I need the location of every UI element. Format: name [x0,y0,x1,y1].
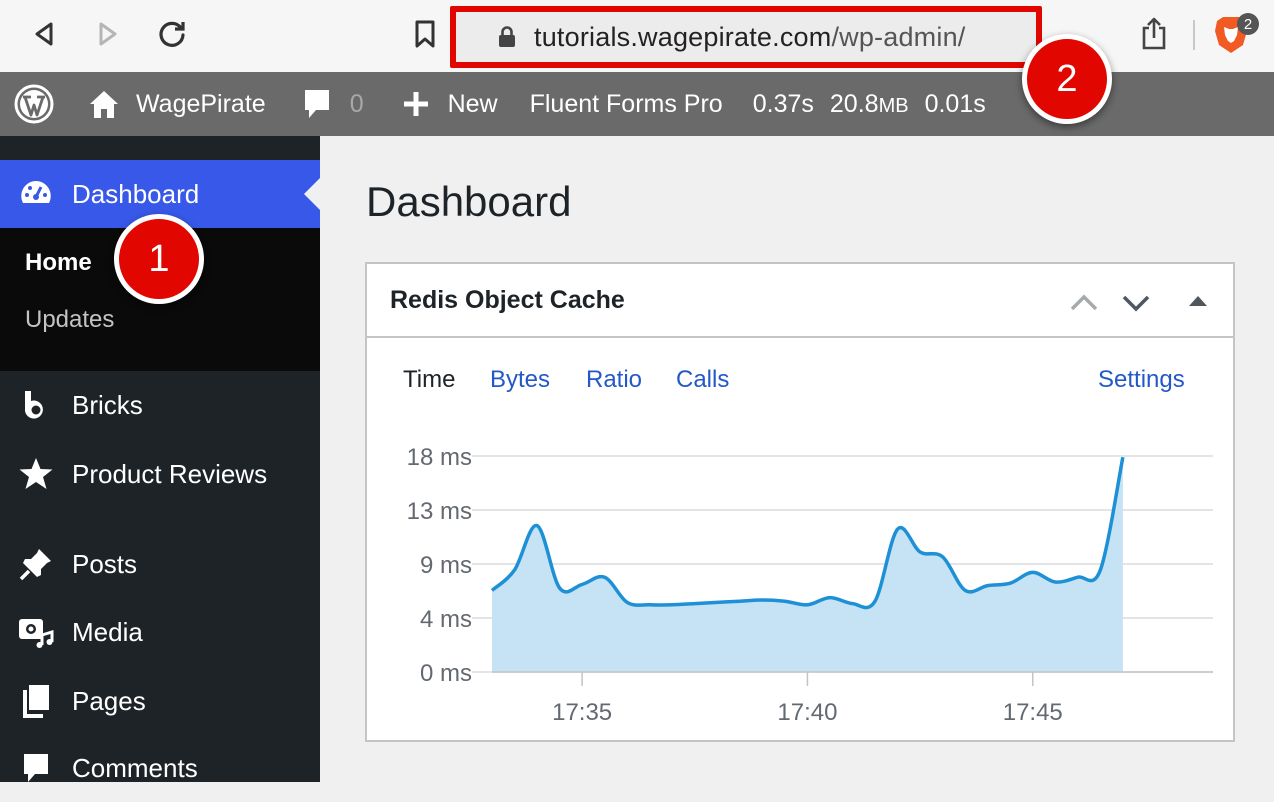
annotation-badge-2: 2 [1022,34,1112,124]
cache-time-chart: 0 ms 4 ms 9 ms 13 ms 18 ms 17:35 17:40 17:45 [407,444,1213,726]
back-button[interactable] [24,14,64,54]
move-up-button[interactable] [1067,286,1101,325]
sidebar-item-label: Product Reviews [72,458,268,489]
forward-button[interactable] [88,14,128,54]
pages-icon [0,684,72,718]
new-content-menu[interactable]: New [402,72,498,136]
tab-time[interactable]: Time [403,366,455,394]
url-path: /wp-admin/ [831,21,966,52]
address-bar[interactable]: tutorials.wagepirate.com/wp-admin/ [450,6,1042,68]
active-arrow-indicator [304,178,320,210]
widget-title: Redis Object Cache [390,286,625,314]
new-label: New [447,89,498,118]
plus-icon [403,92,428,116]
tab-bytes[interactable]: Bytes [490,366,550,394]
comment-bubble-icon [304,90,329,118]
pushpin-icon [0,547,72,581]
chevron-up-icon [1070,294,1098,311]
y-tick-label: 4 ms [420,606,472,633]
redis-cache-widget: Redis Object Cache Time Bytes Ratio Call… [365,262,1235,742]
lock-icon [499,26,515,47]
reload-icon [159,21,185,47]
stat-memory: 20.8MB [830,90,909,119]
extension-count-badge: 2 [1237,13,1259,35]
triangle-up-icon [1189,296,1207,306]
sidebar-item-label: Posts [72,548,138,579]
sidebar-item-product-reviews[interactable]: Product Reviews [0,440,320,508]
url-text: tutorials.wagepirate.com/wp-admin/ [534,22,965,53]
sidebar-item-label: Media [72,616,143,647]
tab-ratio[interactable]: Ratio [586,366,642,394]
fluent-forms-label: Fluent Forms Pro [529,89,723,118]
stat-memory-value: 20.8 [829,89,879,118]
brave-shields-button[interactable]: 2 [1213,13,1259,62]
reload-button[interactable] [152,14,192,54]
comments-menu[interactable]: 0 [302,72,364,136]
sidebar-item-label: Dashboard [72,178,200,209]
bookmark-button[interactable] [405,14,445,54]
y-tick-label: 18 ms [407,444,472,471]
settings-link[interactable]: Settings [1098,366,1185,394]
comments-count: 0 [349,89,364,118]
share-icon [1142,17,1166,50]
query-monitor-menu[interactable]: 0.37s 20.8MB 0.01s [753,72,986,136]
sidebar-item-posts[interactable]: Posts [0,530,320,598]
widget-header: Redis Object Cache [367,264,1233,338]
annotation-badge-1: 1 [114,214,204,304]
sidebar-item-media[interactable]: Media [0,598,320,666]
chevron-down-icon [1122,295,1150,312]
back-arrow-icon [35,22,53,46]
y-tick-label: 13 ms [407,498,472,525]
x-tick-label: 17:35 [552,699,612,726]
sidebar-item-label: Bricks [72,389,143,420]
wp-logo-menu[interactable] [14,72,54,136]
sidebar-item-bricks[interactable]: Bricks [0,371,320,439]
sidebar-item-label: Pages [72,685,146,716]
media-camera-icon [0,615,72,649]
stat-time: 0.37s [752,89,814,118]
comments-icon [0,752,72,784]
sidebar-item-pages[interactable]: Pages [0,667,320,735]
move-down-button[interactable] [1119,286,1153,325]
site-name: WagePirate [136,89,266,118]
toolbar-divider [1193,20,1195,50]
x-tick-label: 17:45 [1003,699,1063,726]
forward-arrow-icon [99,22,117,46]
y-tick-label: 9 ms [420,552,472,579]
fluent-forms-menu[interactable]: Fluent Forms Pro [530,72,723,136]
sidebar-item-label: Comments [72,752,198,783]
stat-query: 0.01s [924,89,986,118]
share-button[interactable] [1138,16,1170,57]
sidebar-item-comments[interactable]: Comments [0,734,320,802]
toggle-panel-button[interactable] [1185,286,1211,325]
bookmark-icon [415,20,435,48]
submenu-item-home[interactable]: Home [25,249,92,277]
url-host: tutorials.wagepirate.com [534,21,832,52]
submenu-item-updates[interactable]: Updates [25,306,114,334]
stat-memory-unit: MB [878,94,909,117]
tab-calls[interactable]: Calls [676,366,729,394]
site-name-menu[interactable]: WagePirate [88,72,266,136]
y-tick-label: 0 ms [420,660,472,687]
dashboard-gauge-icon [0,179,72,209]
star-icon [0,457,72,491]
home-icon [90,91,118,118]
page-title: Dashboard [366,178,572,225]
bricks-icon [0,389,72,421]
wordpress-logo-icon [14,84,54,124]
x-tick-label: 17:40 [777,699,837,726]
